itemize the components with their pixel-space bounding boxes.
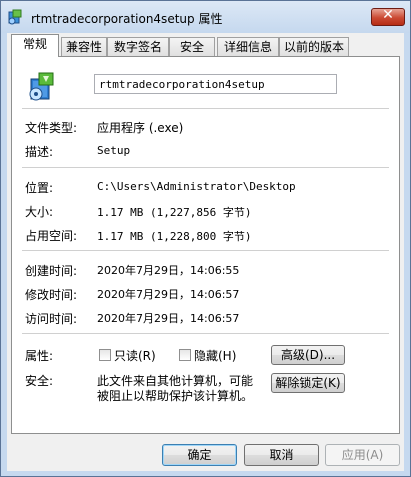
created-value: 2020年7月29日，14:06:55 (97, 264, 240, 277)
unblock-button[interactable]: 解除锁定(K) (271, 373, 345, 393)
hidden-label[interactable]: 隐藏(H) (194, 347, 236, 364)
dialog-client: 常规 兼容性 数字签名 安全 详细信息 以前的版本 rtmtradecorpor… (7, 33, 404, 471)
accessed-value: 2020年7月29日，14:06:57 (97, 312, 240, 325)
tab-general[interactable]: 常规 (11, 34, 59, 57)
description-value: Setup (97, 144, 131, 157)
size-label: 大小: (25, 205, 54, 219)
advanced-button[interactable]: 高级(D)... (271, 345, 345, 365)
tab-security[interactable]: 安全 (169, 37, 215, 56)
readonly-label[interactable]: 只读(R) (114, 347, 156, 364)
file-name-field[interactable]: rtmtradecorporation4setup (94, 74, 337, 94)
close-button[interactable]: ✕ (371, 7, 405, 26)
separator (22, 250, 389, 251)
tab-previous-versions[interactable]: 以前的版本 (279, 37, 349, 56)
security-warning-line2: 被阻止以帮助保护该计算机。 (97, 389, 254, 403)
cancel-button[interactable]: 取消 (244, 444, 319, 466)
description-label: 描述: (25, 145, 54, 159)
tab-compatibility[interactable]: 兼容性 (61, 37, 107, 56)
setup-program-icon (29, 72, 54, 101)
size-on-disk-label: 占用空间: (25, 229, 78, 243)
file-type-label: 文件类型: (25, 121, 78, 135)
tab-digital-signatures[interactable]: 数字签名 (107, 37, 169, 56)
separator (22, 333, 389, 334)
security-label: 安全: (25, 374, 54, 388)
size-on-disk-value: 1.17 MB (1,228,800 字节) (97, 230, 252, 243)
location-label: 位置: (25, 181, 54, 195)
attributes-label: 属性: (25, 349, 54, 363)
modified-label: 修改时间: (25, 288, 78, 302)
accessed-label: 访问时间: (25, 312, 78, 326)
apply-button[interactable]: 应用(A) (325, 444, 400, 466)
close-icon: ✕ (382, 7, 394, 23)
properties-dialog: rtmtradecorporation4setup 属性 ✕ 常规 兼容性 数字… (0, 0, 411, 477)
tab-strip: 常规 兼容性 数字签名 安全 详细信息 以前的版本 (7, 33, 404, 57)
title-bar[interactable]: rtmtradecorporation4setup 属性 ✕ (1, 1, 410, 33)
readonly-checkbox[interactable] (99, 349, 111, 361)
separator (22, 167, 389, 168)
location-value: C:\Users\Administrator\Desktop (97, 180, 296, 193)
general-panel: rtmtradecorporation4setup 文件类型: 应用程序 (.e… (11, 56, 400, 434)
file-type-value: 应用程序 (.exe) (97, 121, 184, 135)
hidden-checkbox[interactable] (179, 349, 191, 361)
installer-icon (8, 9, 22, 25)
separator (22, 108, 389, 109)
created-label: 创建时间: (25, 264, 78, 278)
modified-value: 2020年7月29日，14:06:57 (97, 288, 240, 301)
tab-details[interactable]: 详细信息 (217, 37, 279, 56)
size-value: 1.17 MB (1,227,856 字节) (97, 206, 252, 219)
window-title: rtmtradecorporation4setup 属性 (31, 12, 223, 26)
ok-button[interactable]: 确定 (162, 444, 237, 466)
